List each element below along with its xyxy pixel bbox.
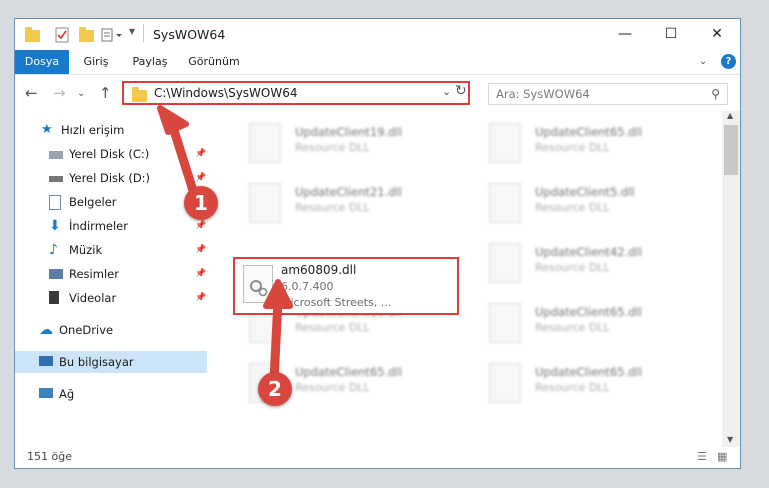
step-1-badge: 1: [184, 186, 218, 220]
arrowhead-2-icon: [263, 279, 293, 309]
step-2-badge: 2: [258, 372, 292, 406]
arrow-2-icon: [269, 295, 283, 385]
annotation-overlay: [157, 105, 293, 385]
arrowhead-1-icon: [157, 105, 189, 135]
